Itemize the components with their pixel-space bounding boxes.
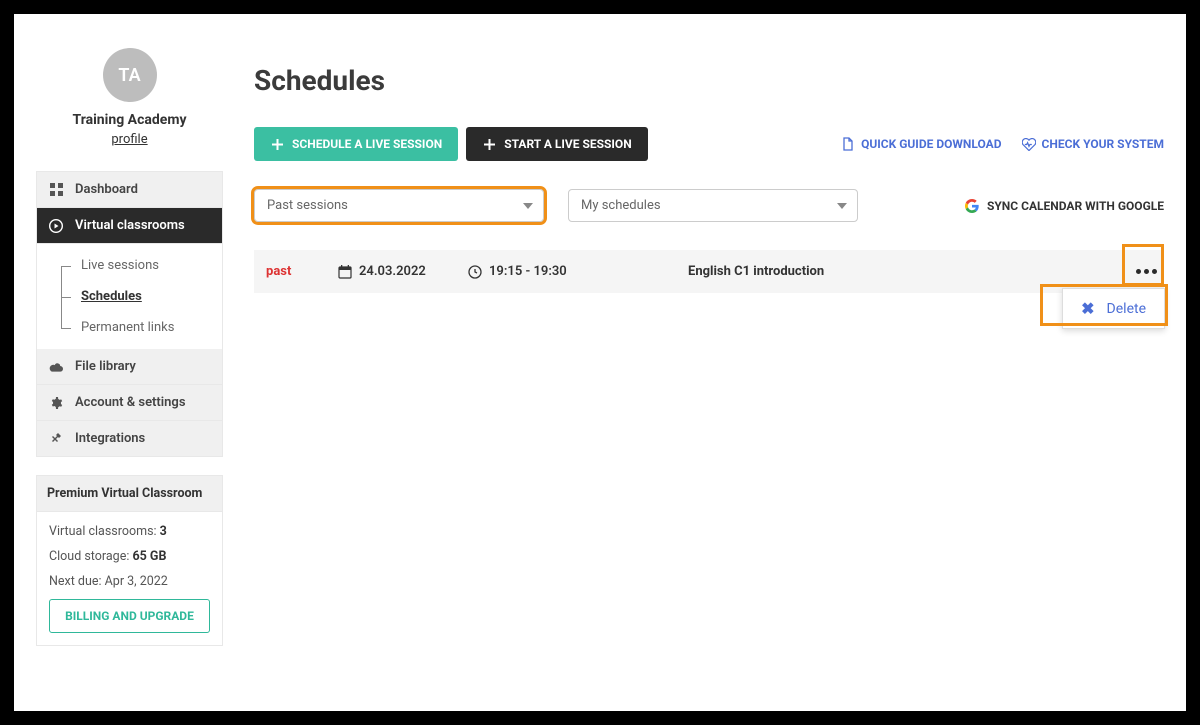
- sessions-filter-select[interactable]: Past sessions: [254, 189, 544, 222]
- play-circle-icon: [49, 219, 63, 233]
- gear-icon: [49, 396, 63, 410]
- premium-heading: Premium Virtual Classroom: [37, 476, 222, 512]
- billing-upgrade-button[interactable]: BILLING AND UPGRADE: [49, 599, 210, 633]
- premium-box: Premium Virtual Classroom Virtual classr…: [36, 475, 223, 646]
- link-label: SYNC CALENDAR WITH GOOGLE: [987, 199, 1164, 213]
- sidebar-item-account-settings[interactable]: Account & settings: [37, 385, 222, 421]
- premium-vc-label: Virtual classrooms:: [49, 524, 160, 539]
- premium-storage-value: 65 GB: [132, 549, 166, 564]
- sidebar-item-integrations[interactable]: Integrations: [37, 421, 222, 456]
- google-icon: [965, 199, 979, 213]
- main-content: Schedules SCHEDULE A LIVE SESSION START …: [254, 64, 1164, 293]
- sidebar-subitem-permanent-links[interactable]: Permanent links: [61, 312, 222, 343]
- row-time-text: 19:15 - 19:30: [489, 264, 567, 279]
- close-icon: ✖: [1081, 299, 1094, 318]
- sidebar: TA Training Academy profile Dashboard Vi…: [36, 48, 223, 646]
- profile-link[interactable]: profile: [36, 132, 223, 147]
- sync-google-link[interactable]: SYNC CALENDAR WITH GOOGLE: [965, 199, 1164, 213]
- status-badge: past: [266, 264, 338, 279]
- plus-icon: [270, 137, 284, 151]
- page-title: Schedules: [254, 64, 1164, 97]
- row-date-text: 24.03.2022: [359, 264, 426, 279]
- premium-vc-value: 3: [160, 524, 167, 539]
- schedules-filter-select[interactable]: My schedules: [568, 189, 858, 222]
- sidebar-item-virtual-classrooms[interactable]: Virtual classrooms: [37, 208, 222, 244]
- sidebar-item-label: Dashboard: [75, 182, 138, 197]
- grid-icon: [49, 183, 63, 197]
- avatar[interactable]: TA: [103, 48, 157, 102]
- button-label: SCHEDULE A LIVE SESSION: [292, 137, 442, 151]
- sidebar-subitem-schedules[interactable]: Schedules: [61, 281, 222, 312]
- start-session-button[interactable]: START A LIVE SESSION: [466, 127, 648, 161]
- plug-icon: [49, 432, 63, 446]
- filters: Past sessions My schedules SYNC CALENDAR…: [254, 189, 1164, 222]
- sidebar-item-file-library[interactable]: File library: [37, 349, 222, 385]
- schedule-session-button[interactable]: SCHEDULE A LIVE SESSION: [254, 127, 458, 161]
- sidebar-subitem-live-sessions[interactable]: Live sessions: [61, 250, 222, 281]
- sidebar-subnav: Live sessions Schedules Permanent links: [37, 244, 222, 349]
- sidebar-item-label: File library: [75, 359, 136, 374]
- premium-nextdue-value: Apr 3, 2022: [105, 574, 168, 589]
- quick-guide-link[interactable]: QUICK GUIDE DOWNLOAD: [841, 137, 1001, 151]
- kebab-icon: [1136, 269, 1157, 274]
- button-label: START A LIVE SESSION: [504, 137, 632, 151]
- delete-action[interactable]: Delete: [1107, 301, 1146, 317]
- premium-nextdue-label: Next due:: [49, 574, 105, 589]
- row-title: English C1 introduction: [688, 264, 824, 279]
- row-time: 19:15 - 19:30: [468, 264, 628, 279]
- schedule-row: past 24.03.2022 19:15 - 19:30 English C1…: [254, 250, 1164, 293]
- link-label: CHECK YOUR SYSTEM: [1042, 137, 1164, 151]
- sidebar-item-label: Integrations: [75, 431, 145, 446]
- row-date: 24.03.2022: [338, 264, 468, 279]
- sidebar-item-label: Virtual classrooms: [75, 218, 185, 233]
- calendar-icon: [338, 265, 352, 279]
- check-system-link[interactable]: CHECK YOUR SYSTEM: [1022, 137, 1164, 151]
- plus-icon: [482, 137, 496, 151]
- clock-icon: [468, 265, 482, 279]
- file-icon: [841, 137, 855, 151]
- sidebar-nav: Dashboard Virtual classrooms Live sessio…: [36, 171, 223, 457]
- heartbeat-icon: [1022, 137, 1036, 151]
- link-label: QUICK GUIDE DOWNLOAD: [861, 137, 1001, 151]
- sidebar-item-dashboard[interactable]: Dashboard: [37, 172, 222, 208]
- toolbar: SCHEDULE A LIVE SESSION START A LIVE SES…: [254, 127, 1164, 161]
- premium-storage-label: Cloud storage:: [49, 549, 132, 564]
- sidebar-item-label: Account & settings: [75, 395, 186, 410]
- org-name: Training Academy: [36, 112, 223, 128]
- cloud-icon: [49, 360, 63, 374]
- row-actions-button[interactable]: [1132, 258, 1160, 286]
- row-actions-dropdown: ✖ Delete: [1062, 288, 1165, 329]
